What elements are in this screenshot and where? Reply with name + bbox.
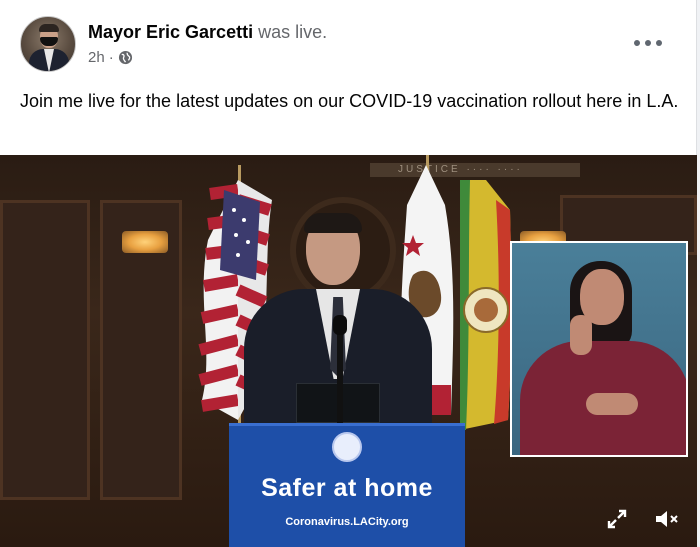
live-status: was live. (258, 22, 328, 42)
more-dot (645, 40, 651, 46)
globe-icon[interactable] (118, 50, 133, 65)
more-options-icon[interactable] (634, 36, 662, 50)
fullscreen-icon[interactable] (603, 505, 631, 533)
video-player[interactable]: JUSTICE ···· ···· Safer at home Coronavi… (0, 155, 697, 547)
volume-muted-icon[interactable] (653, 505, 681, 533)
podium-url: Coronavirus.LACity.org (285, 516, 409, 528)
microphone-stand (337, 325, 343, 425)
timestamp-line: 2h · (88, 49, 327, 66)
name-line: Mayor Eric Garcetti was live. (88, 21, 327, 43)
microphone (333, 315, 347, 335)
live-video-post: Mayor Eric Garcetti was live. 2h · Join … (0, 0, 697, 547)
more-dot (656, 40, 662, 46)
los-angeles-flag (460, 180, 512, 430)
more-dot (634, 40, 640, 46)
interpreter-hand (570, 315, 592, 355)
podium-title: Safer at home (261, 474, 433, 502)
post-meta: Mayor Eric Garcetti was live. 2h · (88, 21, 327, 66)
separator-dot: · (108, 49, 114, 66)
post-header: Mayor Eric Garcetti was live. 2h · (20, 16, 327, 72)
post-timestamp[interactable]: 2h (88, 49, 105, 66)
video-controls (581, 505, 681, 533)
author-avatar[interactable] (20, 16, 76, 72)
post-text: Join me live for the latest updates on o… (20, 91, 679, 111)
wall-lamp (122, 231, 168, 253)
wall-panel (0, 200, 90, 500)
author-name[interactable]: Mayor Eric Garcetti (88, 22, 253, 42)
interpreter-hand (586, 393, 638, 415)
city-seal (332, 432, 362, 462)
podium: Safer at home Coronavirus.LACity.org (229, 423, 465, 547)
speaker-hair (304, 213, 362, 233)
sign-language-interpreter-inset (510, 241, 688, 457)
avatar-hair (39, 24, 59, 32)
